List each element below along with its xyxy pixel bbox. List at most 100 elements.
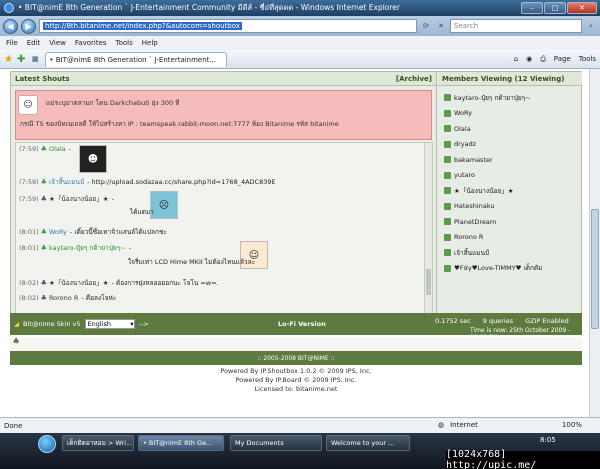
tab-list-icon[interactable]: ▦ [29,53,41,65]
shout-user[interactable]: kaytaro-ปุ๋ยๆ กด้ายาปุ่ยๆ~ [49,243,126,253]
taskbar-item[interactable]: • BIT@nimE 8th Ge... [138,435,224,451]
shout-row: (8:02) ♣ Rorono R - คือลงโจห่ะ [19,293,116,303]
shout-time: (7:59) [19,145,39,153]
status-text: Done [4,421,23,430]
refresh-icon[interactable]: ⟳ [420,20,432,32]
skin-label: Bit@nime Skin v5 [23,320,81,328]
forward-icon[interactable]: ▶ [21,18,36,34]
member-name: Rorono R [454,233,484,242]
feeds-icon[interactable]: ◉ [526,55,532,64]
print-icon[interactable]: ⎙ [540,55,546,64]
add-favorite-icon[interactable]: ✚ [17,54,25,65]
zone-indicator: ◍ Internet 100% [438,421,582,429]
member-item[interactable]: Olala [444,121,542,137]
page-scroll-thumb[interactable] [591,209,599,329]
member-item[interactable]: Rorono R [444,230,542,246]
address-input[interactable]: http://8th.bitanime.net/index.php?&autoc… [39,19,417,33]
title-bar: • BIT@nimE 8th Generation ` J-Entertainm… [0,0,600,16]
search-icon[interactable]: ⌕ [585,20,597,32]
globe-icon: ◍ [438,421,445,429]
window-title: • BIT@nimE 8th Generation ` J-Entertainm… [18,3,400,12]
taskbar-item[interactable]: My Documents [230,435,322,451]
shout-user[interactable]: Olala [49,145,66,153]
language-go[interactable]: --> [139,320,149,328]
close-button[interactable]: ✕ [567,2,597,14]
footer-line2: Powered By IP.Board © 2009 IPS, Inc. [235,376,357,384]
shoutbox-scroll-thumb[interactable] [426,269,431,295]
shout-user[interactable]: ★「น้องนางน้อย」★ [49,193,109,204]
clock[interactable]: 8:05 [540,436,556,444]
member-name: เจ้าสิ้นแมนป์ [454,248,490,257]
shout-user[interactable]: ★「น้องนางน้อย」★ [49,277,109,288]
user-icon: ♣ [40,228,47,236]
page-scrollbar[interactable] [589,69,600,417]
exec-time: 0.1752 sec [435,317,471,325]
archive-link[interactable]: [Archive] [396,75,432,83]
back-icon[interactable]: ◀ [3,18,18,34]
member-icon [444,140,451,148]
member-item[interactable]: WoRy [444,106,542,122]
stop-icon[interactable]: ✕ [435,20,447,32]
members-list: kaytaro-ปุ๋ยๆ กด้ายาปุ่ยๆ~ WoRy Olala dr… [444,90,542,276]
member-item[interactable]: bakamaster [444,152,542,168]
menu-tools[interactable]: Tools [116,39,133,47]
member-item[interactable]: kaytaro-ปุ๋ยๆ กด้ายาปุ่ยๆ~ [444,90,542,106]
shoutbox-title: Latest Shouts [15,74,70,83]
member-item[interactable]: ♥Fάγ♥Love-TIMMY♥ เด็กตัม [444,261,542,277]
maximize-button[interactable]: □ [544,2,566,14]
member-item[interactable]: yutaro [444,168,542,184]
shout-user[interactable]: Rorono R [49,294,78,302]
status-bar: Done ◍ Internet 100% [0,417,600,433]
browser-tab[interactable]: • BIT@nimE 8th Generation ` J-Entertainm… [45,51,228,67]
menu-file[interactable]: File [6,39,18,47]
ie-window: • BIT@nimE 8th Generation ` J-Entertainm… [0,0,600,469]
page-stats: 0.1752 sec 9 queries GZIP Enabled [435,317,569,325]
favorites-star-icon[interactable]: ★ [4,54,13,65]
member-item[interactable]: dryadz [444,137,542,153]
address-toolbar: ◀ ▶ http://8th.bitanime.net/index.php?&a… [0,16,600,36]
member-item[interactable]: ★「น้องนางน้อย」★ [444,183,542,199]
shout-image-icon: ☻ [79,145,107,173]
zoom-level[interactable]: 100% [562,421,582,429]
menu-edit[interactable]: Edit [27,39,41,47]
shout-text: ใจรีบเท่า LCD Hime MKII ไม่ต้องไหนแล้วละ [128,258,256,266]
shout-text: - http://upload.sodazaa.cc/share.php?id=… [87,178,276,186]
minimize-button[interactable]: – [521,2,543,14]
shout-user[interactable]: เจ้าสิ้นแมนป์ [49,177,84,187]
language-select[interactable]: English ▾ [84,319,135,329]
shout-time: (7:59) [19,194,39,203]
member-icon [444,125,451,133]
shout-time: (8:01) [19,244,39,252]
search-input[interactable]: Search [450,19,582,33]
menu-help[interactable]: Help [142,39,158,47]
member-icon [444,94,451,102]
taskbar-item[interactable]: เด็กติดอาหอม > Wri... [62,435,134,451]
spacer-strip: ♠ [10,337,582,351]
address-url: http://8th.bitanime.net/index.php?&autoc… [43,22,242,30]
member-name: kaytaro-ปุ๋ยๆ กด้ายาปุ่ยๆ~ [454,93,531,102]
rss-icon[interactable]: ◢ [14,320,19,328]
menu-view[interactable]: View [49,39,66,47]
tools-menu[interactable]: Tools [579,55,596,64]
page-menu[interactable]: Page [554,55,571,64]
member-icon [444,218,451,226]
shout-time: (8:01) [19,228,39,236]
footer-line3: Licensed to: bitanime.net [254,385,338,393]
taskbar-item[interactable]: Welcome to your ... [326,435,410,451]
menu-favorites[interactable]: Favorites [75,39,107,47]
member-name: Hateshinaku [454,202,495,211]
shout-row: ได้แตมา [130,207,154,217]
shout-user[interactable]: WoRy [49,228,67,236]
member-item[interactable]: PlanetDream [444,214,542,230]
home-icon[interactable]: ⌂ [514,55,518,64]
shout-list[interactable]: (7:59) ♣ Olala - ☻ (7:59) ♣ เจ้าสิ้นแมนป… [15,142,433,314]
shout-image-icon: ☹ [150,191,178,219]
command-bar: ⌂ ◉ ⎙ Page Tools [514,55,596,64]
members-header: Members Viewing (12 Viewing) [438,72,582,86]
start-button[interactable] [38,435,56,453]
lofi-link[interactable]: Lo-Fi Version [278,320,326,328]
member-item[interactable]: Hateshinaku [444,199,542,215]
shoutbox-scrollbar[interactable] [424,143,432,313]
member-item[interactable]: เจ้าสิ้นแมนป์ [444,245,542,261]
taskbar-item-label: Welcome to your ... [331,439,395,447]
